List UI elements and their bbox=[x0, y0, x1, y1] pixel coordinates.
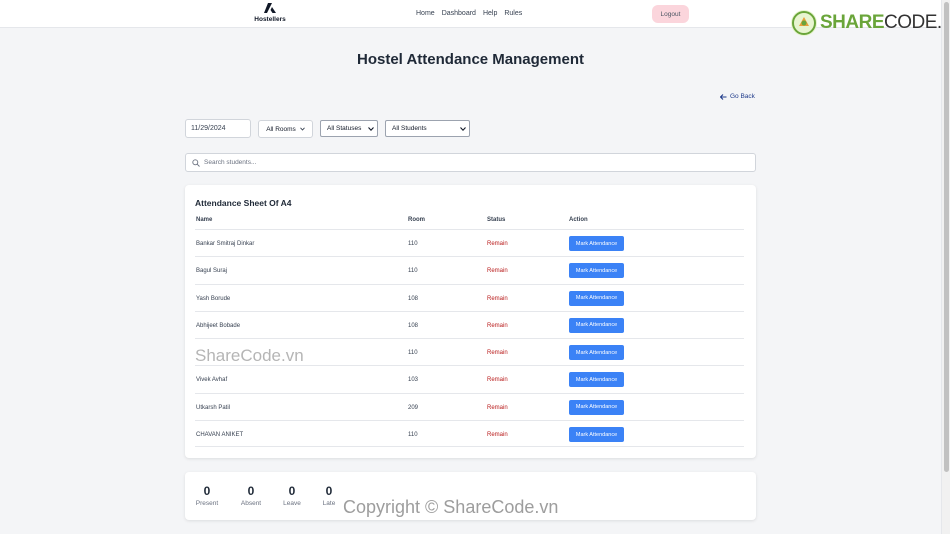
logout-button[interactable]: Logout bbox=[652, 5, 689, 23]
brand[interactable]: Hostellers bbox=[250, 3, 290, 23]
mark-attendance-button[interactable]: Mark Attendance bbox=[569, 263, 624, 279]
mark-attendance-button[interactable]: Mark Attendance bbox=[569, 290, 624, 306]
rooms-dropdown[interactable]: All Rooms bbox=[258, 120, 313, 138]
arrow-left-icon bbox=[720, 93, 727, 100]
student-name: CHAVAN ANIKET bbox=[196, 432, 244, 439]
stat-absent: 0 Absent bbox=[239, 484, 263, 507]
table-row: Vivek Avhaf 103 Remain Mark Attendance bbox=[195, 365, 744, 392]
page-scrollbar[interactable] bbox=[941, 0, 950, 534]
sheet-title: Attendance Sheet Of A4 bbox=[195, 198, 292, 208]
room-number: 108 bbox=[408, 295, 419, 302]
filters-bar: 11/29/2024 All Rooms All Statuses All St… bbox=[185, 119, 470, 138]
search-icon bbox=[192, 158, 200, 167]
stat-value: 0 bbox=[325, 484, 333, 498]
header-room: Room bbox=[408, 217, 425, 223]
room-number: 110 bbox=[408, 241, 418, 247]
table-row: CHAVAN ANIKET 110 Remain Mark Attendance bbox=[195, 420, 744, 448]
room-number: 110 bbox=[408, 432, 418, 439]
chevron-down-icon bbox=[460, 126, 466, 131]
table-header: Name Room Status Action bbox=[195, 217, 744, 229]
mark-attendance-button[interactable]: Mark Attendance bbox=[569, 427, 624, 443]
mark-attendance-button[interactable]: Mark Attendance bbox=[569, 236, 624, 251]
nav-link-rules[interactable]: Rules bbox=[504, 10, 522, 17]
brand-name: Hostellers bbox=[254, 16, 286, 23]
status-text: Remain bbox=[487, 432, 508, 439]
student-name: Bankar Smitraj Dinkar bbox=[196, 241, 255, 247]
status-text: Remain bbox=[487, 268, 508, 275]
attendance-sheet-card: Attendance Sheet Of A4 Name Room Status … bbox=[185, 185, 756, 458]
student-name: Vivek Avhaf bbox=[196, 377, 228, 384]
status-text: Remain bbox=[487, 295, 508, 302]
stat-late: 0 Late bbox=[319, 484, 339, 507]
nav-links: Home Dashboard Help Rules bbox=[416, 10, 522, 17]
status-select-value: All Statuses bbox=[327, 125, 362, 132]
student-select[interactable]: All Students bbox=[385, 120, 470, 137]
mark-attendance-button[interactable]: Mark Attendance bbox=[569, 345, 624, 361]
table-row: Bankar Smitraj Dinkar 110 Remain Mark At… bbox=[195, 229, 744, 256]
attendance-summary-card: 0 Present 0 Absent 0 Leave 0 Late bbox=[185, 472, 756, 520]
sharecode-watermark-logo: SHARECODE.vn bbox=[791, 10, 950, 36]
table-row: Yash Borude 108 Remain Mark Attendance bbox=[195, 283, 744, 311]
student-name: Abhijeet Bobade bbox=[196, 322, 241, 329]
search-box[interactable] bbox=[185, 153, 756, 172]
table-row: Utkarsh Patil 209 Remain Mark Attendance bbox=[195, 392, 744, 420]
chevron-down-icon bbox=[299, 127, 305, 131]
stat-label: Absent bbox=[240, 500, 262, 507]
stat-leave: 0 Leave bbox=[281, 484, 303, 507]
status-text: Remain bbox=[487, 404, 508, 411]
sharecode-logo-text: SHARECODE.vn bbox=[820, 12, 950, 34]
scrollbar-thumb[interactable] bbox=[944, 2, 949, 472]
room-number: 110 bbox=[408, 350, 418, 357]
table-row: Bagul Suraj 110 Remain Mark Attendance bbox=[195, 256, 744, 283]
table-row: 110 Remain Mark Attendance bbox=[195, 338, 744, 365]
status-text: Remain bbox=[487, 350, 508, 357]
room-number: 103 bbox=[408, 377, 419, 384]
status-text: Remain bbox=[487, 377, 508, 384]
stat-present: 0 Present bbox=[195, 484, 219, 507]
mark-attendance-button[interactable]: Mark Attendance bbox=[569, 372, 624, 388]
stat-label: Present bbox=[195, 500, 219, 507]
search-input[interactable] bbox=[204, 159, 704, 166]
go-back-label: Go Back bbox=[730, 93, 755, 100]
header-name: Name bbox=[196, 217, 213, 223]
room-number: 209 bbox=[408, 404, 419, 411]
rooms-dropdown-label: All Rooms bbox=[266, 125, 296, 133]
status-text: Remain bbox=[487, 322, 508, 329]
logo-text-share: SHARE bbox=[820, 12, 885, 33]
brand-logo-icon bbox=[264, 3, 276, 13]
mark-attendance-button[interactable]: Mark Attendance bbox=[569, 317, 624, 333]
status-select[interactable]: All Statuses bbox=[320, 120, 378, 137]
chevron-down-icon bbox=[368, 126, 374, 131]
stat-value: 0 bbox=[247, 484, 255, 498]
stat-value: 0 bbox=[203, 484, 211, 498]
room-number: 110 bbox=[408, 268, 418, 275]
student-select-value: All Students bbox=[392, 125, 427, 132]
go-back-link[interactable]: Go Back bbox=[720, 93, 755, 100]
student-name: Bagul Suraj bbox=[196, 268, 228, 275]
table-body: Bankar Smitraj Dinkar 110 Remain Mark At… bbox=[195, 229, 744, 448]
page-title: Hostel Attendance Management bbox=[357, 51, 584, 68]
header-status: Status bbox=[487, 217, 506, 223]
mark-attendance-button[interactable]: Mark Attendance bbox=[569, 399, 624, 415]
table-row: Abhijeet Bobade 108 Remain Mark Attendan… bbox=[195, 310, 744, 338]
stat-label: Late bbox=[322, 500, 336, 507]
nav-link-help[interactable]: Help bbox=[483, 10, 497, 17]
header-action: Action bbox=[569, 217, 588, 223]
sharecode-logo-icon bbox=[791, 10, 817, 36]
stat-label: Leave bbox=[283, 500, 301, 507]
status-text: Remain bbox=[487, 241, 508, 247]
room-number: 108 bbox=[408, 322, 419, 329]
nav-link-dashboard[interactable]: Dashboard bbox=[442, 10, 476, 17]
student-name: Utkarsh Patil bbox=[196, 404, 231, 411]
student-name: Yash Borude bbox=[196, 295, 231, 302]
stat-value: 0 bbox=[288, 484, 296, 498]
nav-link-home[interactable]: Home bbox=[416, 10, 435, 17]
date-input[interactable]: 11/29/2024 bbox=[185, 119, 251, 138]
